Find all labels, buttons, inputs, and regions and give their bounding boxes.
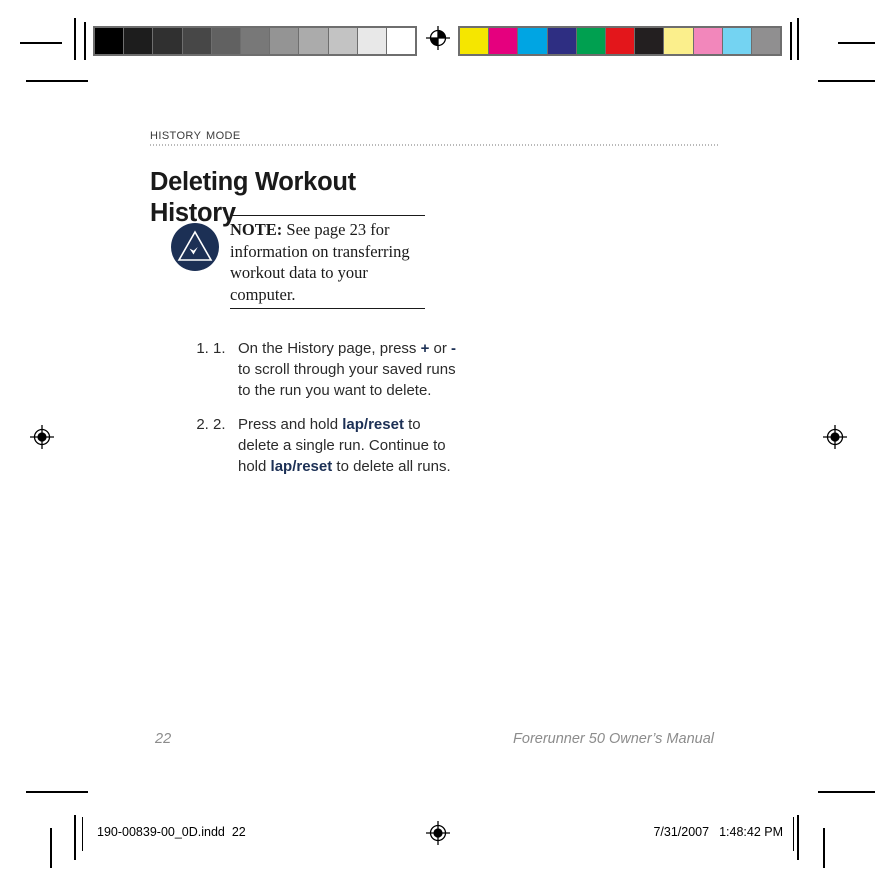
crop-mark-bottom-right-outer [823,828,825,868]
section-label: History Mode [150,126,241,143]
note-triangle-check-icon [170,222,220,272]
color-patch [605,28,636,54]
color-patch [328,28,358,54]
note-text: NOTE: See page 23 for information on tra… [230,219,425,305]
footer-manual-title: Forerunner 50 Owner’s Manual [513,731,714,747]
color-patch [386,28,416,54]
slug-date: 7/31/2007 [653,825,710,839]
color-patch [357,28,387,54]
crop-mark-lower-right-trim [818,791,875,793]
grayscale-step-wedge [93,26,417,56]
color-patch [518,28,548,54]
crop-mark-bottom-right-vertical [797,815,799,860]
key-minus: - [451,340,457,357]
bar-side-rule-right [790,22,792,60]
manual-page: History Mode Deleting Workout History NO… [0,0,875,875]
color-patch [751,28,781,54]
crop-mark-upper-right-trim [818,80,875,82]
color-patch [460,28,490,54]
note-label: NOTE: [230,220,283,239]
color-patch [95,28,125,54]
step-text-part: or [429,340,452,357]
color-patch [211,28,241,54]
crop-mark-top-left-vertical [74,18,76,60]
crop-mark-upper-left-trim [26,80,88,82]
color-patch [270,28,300,54]
color-patch [693,28,723,54]
color-patch [182,28,212,54]
instruction-steps: 1. On the History page, press + or - to … [173,338,463,490]
color-patch [299,28,329,54]
crop-mark-top-right-horizontal [838,42,875,44]
color-patch [576,28,606,54]
color-patch [722,28,752,54]
step-text-part: Press and hold [238,416,343,433]
crop-mark-lower-left-trim [26,791,88,793]
process-color-control-bar [458,26,782,56]
color-patch [664,28,694,54]
crop-mark-top-left-horizontal [20,42,62,44]
step-text-part: to delete all runs. [332,458,451,475]
color-patch [124,28,154,54]
key-lap-reset: lap/reset [342,416,404,433]
color-patch [489,28,519,54]
registration-mark-top-center [425,25,451,51]
instruction-step: 2. Press and hold lap/reset to delete a … [213,414,463,477]
bar-side-rule-left [84,22,86,60]
color-patch [547,28,577,54]
key-lap-reset: lap/reset [270,458,333,475]
slug-timestamp: 7/31/2007 1:48:42 PM [0,825,783,839]
color-patch [153,28,183,54]
crop-mark-top-right-vertical [797,18,799,60]
step-text-part: On the History page, press [238,340,421,357]
slug-time: 1:48:42 PM [719,825,783,839]
step-text-part: to scroll through your saved runs to the… [238,361,456,399]
color-patch [240,28,271,54]
registration-mark-left-middle [29,424,55,450]
registration-mark-right-middle [822,424,848,450]
slug-rule-right [793,817,795,851]
step-number: 1. [213,340,226,357]
note-body: NOTE: See page 23 for information on tra… [230,215,425,309]
section-divider-rule [150,144,720,146]
color-patch [635,28,665,54]
instruction-step: 1. On the History page, press + or - to … [213,338,463,401]
page-title-line-1: Deleting Workout [150,168,356,197]
step-number: 2. [213,416,226,433]
